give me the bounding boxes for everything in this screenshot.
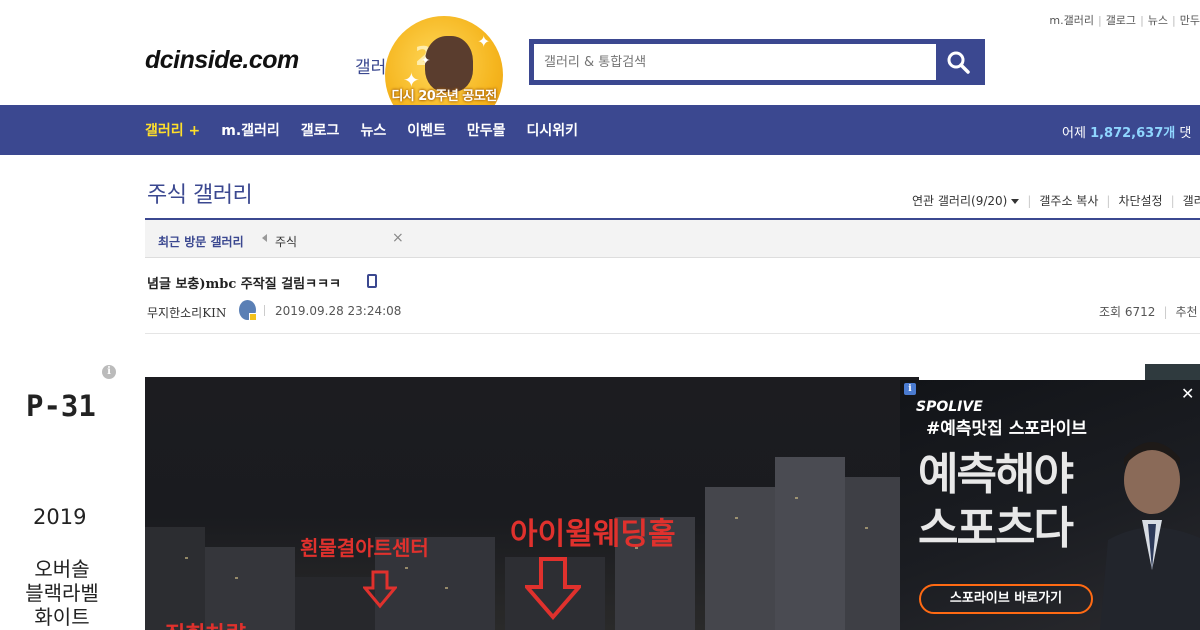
nav-item-news[interactable]: 뉴스 (360, 120, 386, 140)
ad-line-3[interactable]: 화이트 (0, 605, 124, 630)
post-date: 2019.09.28 23:24:08 (275, 304, 402, 318)
caret-down-icon (1011, 199, 1020, 204)
top-links: m.갤러리 | 갤로그 | 뉴스 | 만두 (1049, 14, 1200, 27)
nav-item-mall[interactable]: 만두몰 (467, 120, 506, 140)
ad-info-icon[interactable]: i (102, 365, 116, 379)
badge-portrait (425, 36, 473, 92)
top-link-news[interactable]: 뉴스 (1148, 14, 1168, 27)
ad-year[interactable]: 2019 (33, 505, 86, 529)
nav-item-mgallery[interactable]: m.갤러리 (221, 120, 280, 140)
arrow-down-icon (525, 557, 581, 621)
search-bar (529, 39, 985, 85)
ad-close-icon[interactable]: ✕ (1181, 384, 1194, 403)
stat-value: 1,872,637개 (1090, 126, 1176, 141)
ad-hashtag: #예측맛집 스포라이브 (926, 419, 1087, 439)
recent-gallery-bar: 최근 방문 갤러리 주식 × (145, 218, 1200, 258)
view-count: 조회 6712 (1099, 305, 1156, 319)
stat-suffix: 댓 (1179, 126, 1192, 141)
ad-line-2[interactable]: 블랙라벨 (0, 581, 124, 606)
top-link-gallog[interactable]: 갤로그 (1106, 14, 1136, 27)
recommend-count: 추천 (1175, 305, 1198, 319)
photo-label-vehicle: 집회차량 (165, 617, 246, 630)
prev-arrow-icon[interactable] (262, 234, 267, 242)
related-gallery-button[interactable]: 연관 갤러리(9/20) (912, 194, 1020, 208)
mobile-icon (367, 274, 377, 288)
ad-strip (1145, 364, 1200, 380)
copy-address-button[interactable]: 갤주소 복사 (1039, 194, 1098, 208)
recent-item[interactable]: 주식 (275, 233, 297, 250)
search-input[interactable] (534, 44, 936, 80)
spolive-ad[interactable]: i SPOLIVE #예측맛집 스포라이브 예측해야 스포츠다 스포라이브 바로… (900, 380, 1200, 630)
site-logo[interactable]: dcinside.com (145, 46, 299, 75)
main-nav: 갤러리 + m.갤러리 갤로그 뉴스 이벤트 만두몰 디시위키 어제 1,872… (0, 105, 1200, 155)
spolive-cta-button[interactable]: 스포라이브 바로가기 (919, 584, 1093, 614)
photo-label-art-center: 흰물결아트센터 (300, 536, 429, 560)
ad-info-icon[interactable]: i (904, 383, 916, 395)
gallery-menu: 연관 갤러리(9/20) | 갤주소 복사 | 차단설정 | 갤러 (912, 192, 1200, 209)
search-icon (947, 51, 970, 74)
post-image[interactable]: 흰물결아트센터 아이윌웨딩홀 집회차량 (145, 377, 919, 630)
stat-label: 어제 (1062, 126, 1086, 141)
nav-stats: 어제 1,872,637개 댓 (1062, 122, 1191, 141)
post-stats: 조회 6712 | 추천 (1099, 305, 1198, 319)
recent-label: 최근 방문 갤러리 (158, 235, 244, 249)
close-icon[interactable]: × (392, 230, 404, 246)
top-link-mandu[interactable]: 만두 (1180, 14, 1200, 27)
ad-person-image (1100, 442, 1200, 630)
nav-item-wiki[interactable]: 디시위키 (526, 120, 578, 140)
gallery-title[interactable]: 주식 갤러리 (147, 177, 253, 209)
badge-text: 디시 20주년 공모전 (391, 89, 497, 104)
post-title: 념글 보충)mbc 주작질 걸림ㅋㅋㅋ (147, 277, 342, 292)
sparkle-icon: ✦ (421, 54, 431, 67)
divider (264, 305, 265, 316)
ad-headline-2: 스포츠다 (918, 503, 1074, 554)
arrow-down-icon (363, 570, 397, 609)
spolive-logo: SPOLIVE (916, 399, 983, 415)
search-button[interactable] (936, 44, 980, 80)
gallery-menu-more[interactable]: 갤러 (1183, 194, 1200, 208)
sparkle-icon: ✦ (477, 32, 491, 51)
user-level-icon (239, 300, 257, 321)
post-author[interactable]: 무지한소리KIN (147, 304, 226, 321)
nav-item-gallery[interactable]: 갤러리 + (145, 120, 200, 140)
ad-line-1[interactable]: 오버솔 (0, 557, 124, 582)
top-link-mgallery[interactable]: m.갤러리 (1049, 14, 1094, 27)
nav-item-event[interactable]: 이벤트 (407, 120, 446, 140)
nav-item-gallog[interactable]: 갤로그 (301, 120, 340, 140)
photo-label-wedding-hall: 아이윌웨딩홀 (510, 517, 676, 552)
ad-model[interactable]: P-31 (26, 389, 96, 423)
divider (145, 333, 1200, 334)
block-settings-button[interactable]: 차단설정 (1118, 194, 1162, 208)
